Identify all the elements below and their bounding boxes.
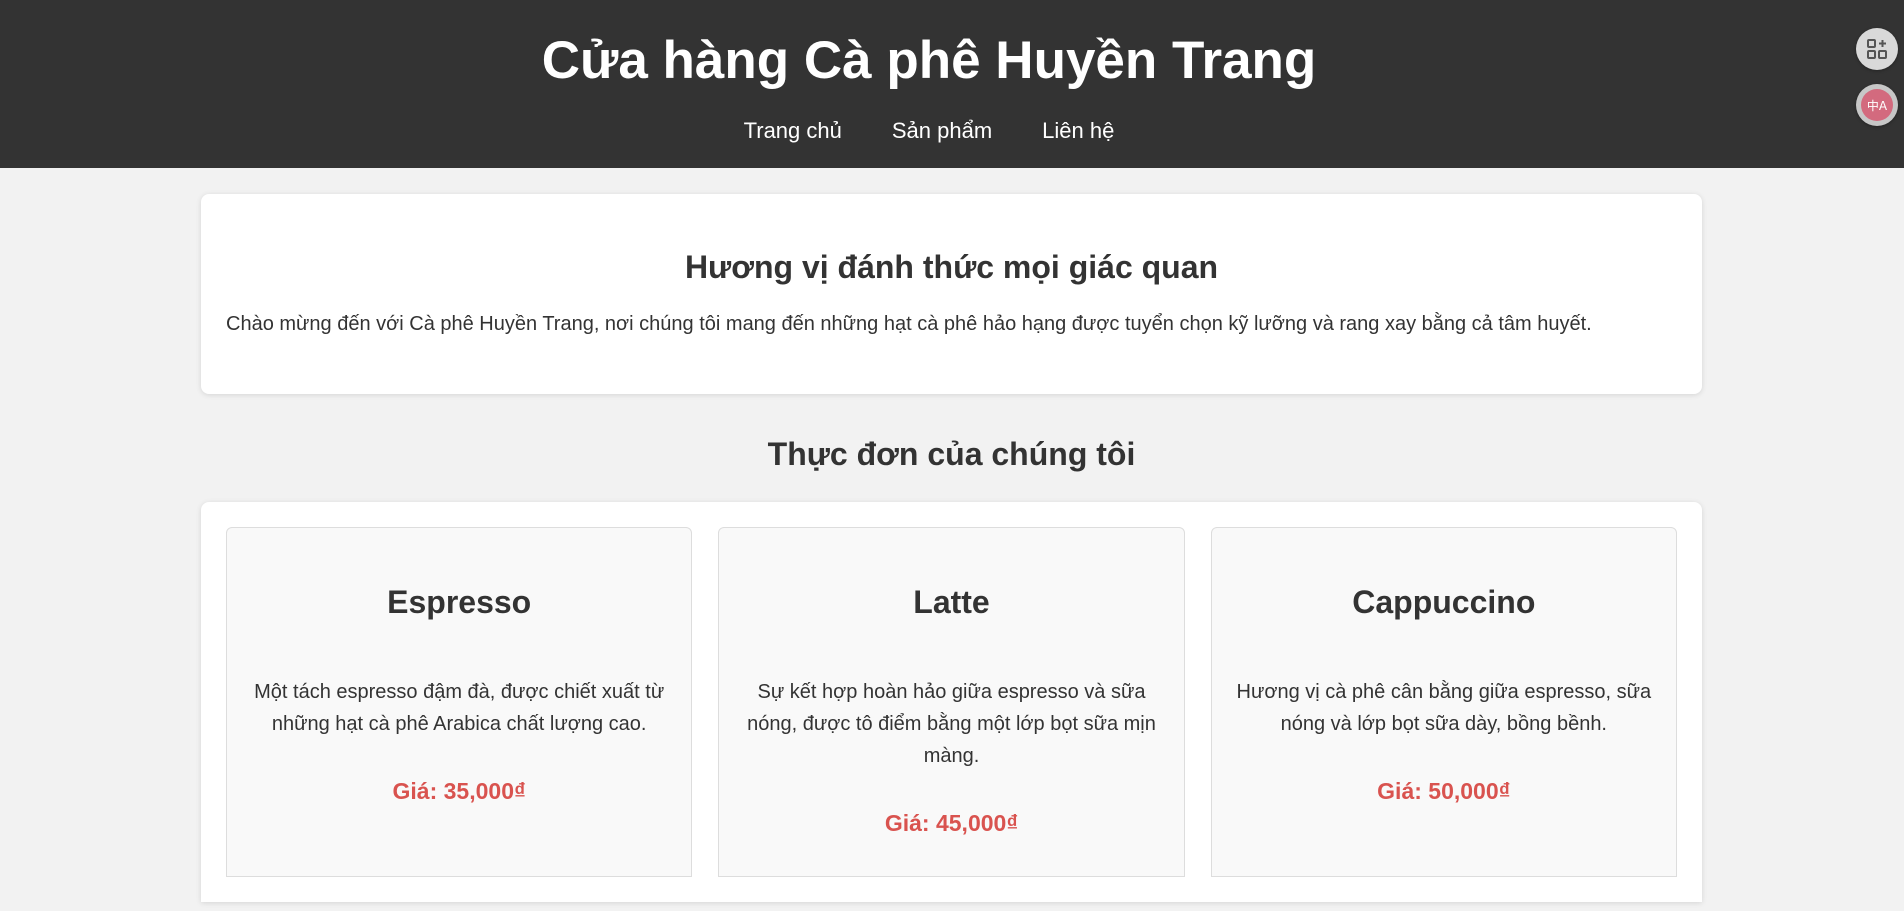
product-description: Một tách espresso đậm đà, được chiết xuấ… xyxy=(254,681,665,735)
menu-section: Espresso Một tách espresso đậm đà, được … xyxy=(201,502,1702,902)
nav-home[interactable]: Trang chủ xyxy=(744,118,842,144)
menu-title: Thực đơn của chúng tôi xyxy=(767,436,1136,472)
product-card-espresso: Espresso Một tách espresso đậm đà, được … xyxy=(226,527,693,877)
product-name: Latte xyxy=(913,584,990,620)
apps-add-icon[interactable] xyxy=(1856,28,1898,70)
main-nav: Trang chủ Sản phẩm Liên hệ xyxy=(0,118,1904,144)
product-price: Giá: 50,000₫ xyxy=(1377,778,1511,804)
product-card-cappuccino: Cappuccino Hương vị cà phê cân bằng giữa… xyxy=(1210,527,1677,877)
intro-section: Hương vị đánh thức mọi giác quan Chào mừ… xyxy=(201,194,1702,394)
main-content: Hương vị đánh thức mọi giác quan Chào mừ… xyxy=(201,194,1702,902)
intro-text: Chào mừng đến với Cà phê Huyền Trang, nơ… xyxy=(226,313,1592,335)
product-card-latte: Latte Sự kết hợp hoàn hảo giữa espresso … xyxy=(718,527,1185,877)
translate-icon[interactable]: 中A xyxy=(1856,84,1898,126)
intro-heading: Hương vị đánh thức mọi giác quan xyxy=(684,249,1219,285)
site-header: Cửa hàng Cà phê Huyền Trang Trang chủ Sả… xyxy=(0,0,1904,168)
product-price: Giá: 35,000₫ xyxy=(392,778,526,804)
nav-contact[interactable]: Liên hệ xyxy=(1042,118,1114,144)
product-description: Hương vị cà phê cân bằng giữa espresso, … xyxy=(1236,681,1652,735)
product-price: Giá: 45,000₫ xyxy=(884,810,1019,836)
translate-glyph: 中A xyxy=(1861,89,1893,121)
product-name: Espresso xyxy=(387,584,532,620)
product-name: Cappuccino xyxy=(1352,584,1536,620)
site-title: Cửa hàng Cà phê Huyền Trang xyxy=(541,31,1317,90)
nav-products[interactable]: Sản phẩm xyxy=(892,118,992,144)
browser-side-tools: 中A xyxy=(1848,28,1904,140)
product-description: Sự kết hợp hoàn hảo giữa espresso và sữa… xyxy=(747,681,1156,767)
